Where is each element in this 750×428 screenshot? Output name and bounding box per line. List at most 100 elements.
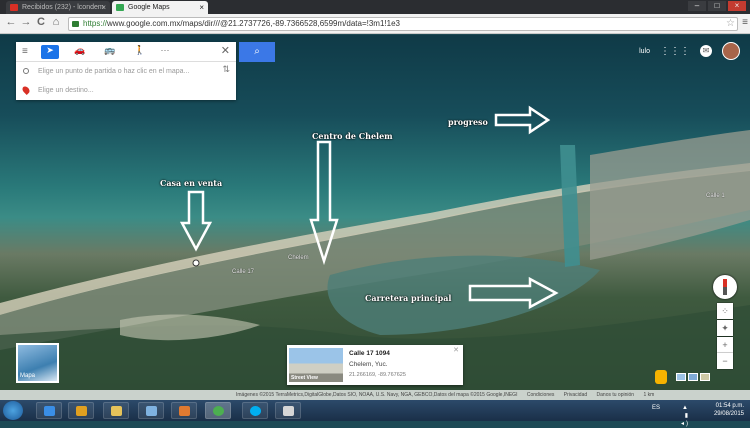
start-button[interactable] [3,401,23,420]
walk-icon[interactable]: 🚶 [131,45,149,59]
taskbar: ES ▲ ▮ ◂) 01:54 p.m. 29/08/2015 [0,400,750,427]
apps-grid-icon[interactable]: ⋮⋮⋮ [660,46,690,57]
pegman-icon[interactable] [655,370,667,384]
map-attribution: Imágenes ©2015 TerraMetrics,DigitalGlobe… [0,390,750,400]
tray-icons[interactable]: ▲ ▮ ◂) [681,404,690,428]
url-scheme: https:// [83,19,108,28]
taskbar-paint[interactable] [275,402,301,419]
clock-date[interactable]: 29/08/2015 [714,410,744,418]
place-coords: 21.266169, -89.767625 [349,372,406,378]
home-button[interactable]: ⌂ [49,16,63,28]
satellite-map[interactable]: ≡ ➤ 🚗 🚌 🚶 ··· ✕ Elige un punto de partid… [0,35,750,400]
tab-google-maps[interactable]: Google Maps × [112,1,208,14]
gmail-icon [10,4,18,11]
tab-gmail[interactable]: Recibidos (232) - lcondem × [6,1,110,14]
label-centro: Centro de Chelem [312,131,393,141]
chrome-menu-button[interactable]: ≡ [742,17,748,28]
destination-field[interactable]: Elige un destino... [16,81,236,100]
zoom-out-button[interactable]: − [717,353,733,369]
url-text: www.google.com.mx/maps/dir///@21.2737726… [107,19,400,28]
forward-button[interactable]: → [19,16,33,28]
maximize-button[interactable]: □ [708,1,726,11]
label-progreso: progreso [448,117,488,127]
taskbar-photos[interactable] [138,402,164,419]
street-view-thumbnail[interactable]: Street View [289,348,343,382]
street-view-badge: Street View [291,375,318,381]
swap-icon[interactable]: ⇅ [222,64,230,75]
menu-icon[interactable]: ≡ [22,46,28,57]
ie-icon [44,406,55,416]
label-carretera: Carretera principal [365,293,452,303]
zoom-in-button[interactable]: + [717,337,733,353]
map-view-toggle[interactable]: Mapa [16,343,59,383]
privacy-link[interactable]: Privacidad [564,392,587,398]
system-tray: ES ▲ ▮ ◂) 01:54 p.m. 29/08/2015 [652,402,744,427]
more-modes-icon[interactable]: ··· [156,45,174,59]
origin-field[interactable]: Elige un punto de partida o haz clic en … [16,62,236,81]
notifications-icon[interactable]: ✉ [700,45,712,57]
close-card-icon[interactable]: ✕ [453,346,459,354]
address-bar[interactable]: https://www.google.com.mx/maps/dir///@21… [68,17,738,31]
close-tab-icon[interactable]: × [199,1,204,14]
chrome-icon [213,406,224,416]
place-subtitle: Chelem, Yuc. [349,361,388,368]
close-directions-icon[interactable]: ✕ [221,44,230,57]
layer-thumb-icon[interactable] [676,373,686,381]
transit-icon[interactable]: 🚌 [101,45,119,59]
origin-placeholder: Elige un punto de partida o haz clic en … [38,68,190,75]
street-label-calle17: Calle 17 [232,269,255,275]
car-icon[interactable]: 🚗 [71,45,89,59]
browser-toolbar: ← → C ⌂ https://www.google.com.mx/maps/d… [0,14,750,34]
taskbar-media[interactable] [68,402,94,419]
taskbar-folder[interactable] [103,402,129,419]
media-icon [76,406,87,416]
travel-modes: ≡ ➤ 🚗 🚌 🚶 ··· ✕ [16,42,236,62]
terms-link[interactable]: Condiciones [527,392,555,398]
feedback-link[interactable]: Danos tu opinión [597,392,635,398]
reload-button[interactable]: C [34,16,48,28]
close-tab-icon[interactable]: × [101,1,106,14]
folder-icon [111,406,122,416]
street-label-calle1: Calle 1 [706,193,725,199]
search-button[interactable]: ⌕ [239,42,275,62]
photo-icon [146,406,157,416]
destination-pin-icon [21,85,31,95]
town-label-chelem: Chelem [288,255,309,261]
origin-dot-icon [23,68,29,74]
clock-time[interactable]: 01:54 p.m. [714,402,744,410]
account-area: lulo ⋮⋮⋮ ✉ [639,42,740,60]
back-button[interactable]: ← [4,16,18,28]
user-name[interactable]: lulo [639,48,650,55]
tab-label: Recibidos (232) - lcondem [22,4,104,11]
search-icon: ⌕ [254,46,260,57]
directions-panel: ≡ ➤ 🚗 🚌 🚶 ··· ✕ Elige un punto de partid… [16,42,236,100]
tilt-icon[interactable]: ✦ [717,320,733,336]
map-toggle-label: Mapa [20,373,36,379]
avatar[interactable] [722,42,740,60]
taskbar-skype[interactable] [242,402,268,419]
tab-label: Google Maps [128,4,170,11]
bookmark-star-icon[interactable]: ☆ [726,18,735,30]
browser-tab-bar: Recibidos (232) - lcondem × Google Maps … [0,0,750,14]
lock-icon [72,21,79,27]
minimize-button[interactable]: – [688,1,706,11]
place-title: Calle 17 1094 [349,350,390,357]
skype-icon [250,406,261,416]
language-indicator[interactable]: ES [652,404,660,412]
close-window-button[interactable]: × [728,1,746,11]
window-controls: – □ × [688,1,746,11]
layer-thumb-icon[interactable] [688,373,698,381]
taskbar-chrome[interactable] [205,402,231,419]
compass-icon[interactable] [713,275,737,299]
attribution-text: Imágenes ©2015 TerraMetrics,DigitalGlobe… [236,392,518,398]
taskbar-player[interactable] [171,402,197,419]
label-casa: Casa en venta [160,178,223,188]
destination-placeholder: Elige un destino... [38,87,94,94]
layer-thumb-icon[interactable] [700,373,710,381]
mode-best-icon[interactable]: ➤ [41,45,59,59]
place-card[interactable]: Street View Calle 17 1094 Chelem, Yuc. 2… [287,345,463,385]
paint-icon [283,406,294,416]
player-icon [179,406,190,416]
taskbar-ie[interactable] [36,402,62,419]
grid-control-icon[interactable]: ⁘ [717,303,733,319]
